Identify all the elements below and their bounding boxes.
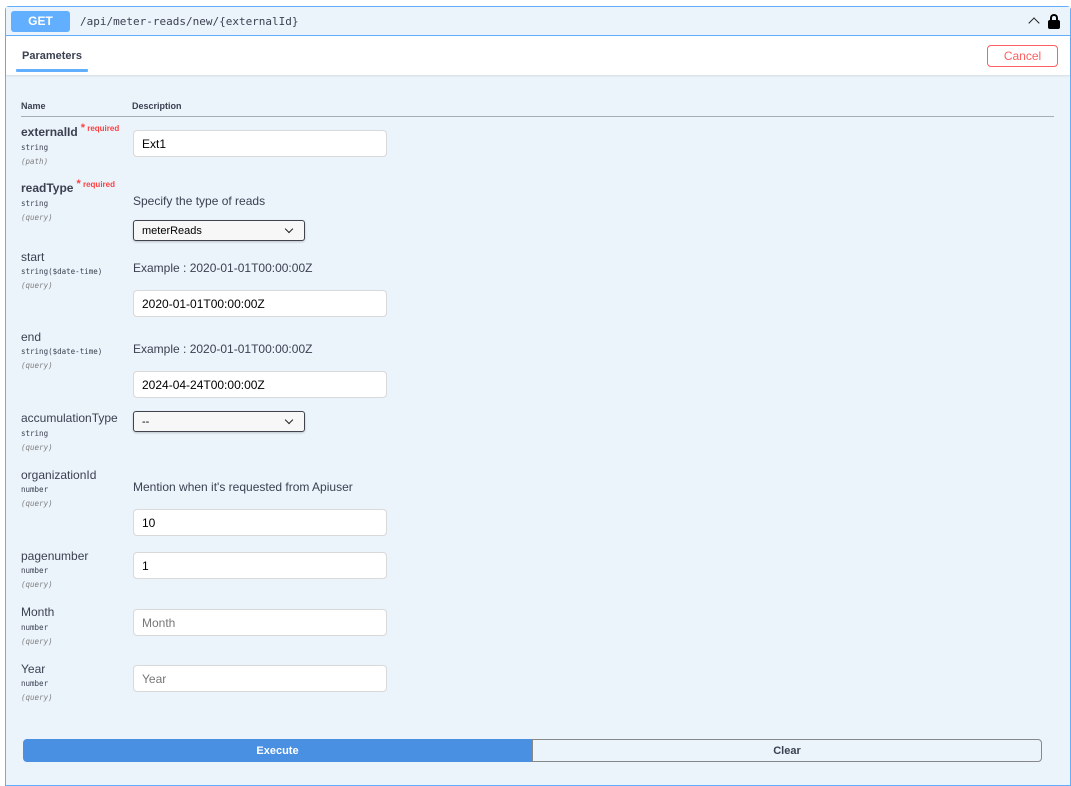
tab-header: Parameters Cancel <box>6 36 1070 75</box>
param-type: string <box>21 143 49 152</box>
param-name: Month <box>21 605 55 619</box>
param-location: (query) <box>21 637 53 646</box>
tab-parameters-label: Parameters <box>22 49 82 62</box>
param-location: (query) <box>21 580 53 589</box>
table-header: Name Description <box>21 94 1054 117</box>
param-location: (query) <box>21 499 53 508</box>
clear-button[interactable]: Clear <box>532 739 1042 762</box>
year-input[interactable] <box>133 665 387 692</box>
param-name: readType * required <box>21 178 115 195</box>
param-type: number <box>21 485 49 494</box>
column-name-header: Name <box>21 101 46 111</box>
execute-button[interactable]: Execute <box>23 739 532 762</box>
param-name: start <box>21 250 45 264</box>
param-name: end <box>21 330 42 344</box>
endpoint-path: /api/meter-reads/new/{externalId} <box>80 14 299 28</box>
pagenumber-input[interactable] <box>133 552 387 579</box>
chevron-down-icon <box>284 415 294 425</box>
tab-parameters[interactable]: Parameters <box>16 36 88 75</box>
month-input[interactable] <box>133 609 387 636</box>
param-location: (query) <box>21 361 53 370</box>
http-method-badge: GET <box>11 10 70 32</box>
required-indicator: * required <box>80 122 120 134</box>
param-name: pagenumber <box>21 549 89 563</box>
param-location: (path) <box>21 157 49 166</box>
chevron-up-icon[interactable] <box>1028 15 1040 27</box>
readType-select[interactable]: meterReads <box>133 220 305 241</box>
param-name: organizationId <box>21 468 97 482</box>
execute-actions: Execute Clear <box>23 739 1042 762</box>
select-value: -- <box>142 415 150 428</box>
cancel-button[interactable]: Cancel <box>987 44 1058 67</box>
param-description: Example : 2020-01-01T00:00:00Z <box>133 342 313 356</box>
param-type: string <box>21 199 49 208</box>
end-input[interactable] <box>133 371 387 398</box>
param-description: Mention when it's requested from Apiuser <box>133 480 353 494</box>
chevron-down-icon <box>284 224 294 234</box>
accumulationType-select[interactable]: -- <box>133 411 305 432</box>
param-description: Example : 2020-01-01T00:00:00Z <box>133 261 313 275</box>
operation-summary[interactable]: GET /api/meter-reads/new/{externalId} <box>6 7 1070 36</box>
param-name: Year <box>21 662 46 676</box>
param-location: (query) <box>21 443 53 452</box>
param-description: Specify the type of reads <box>133 194 266 208</box>
organizationId-input[interactable] <box>133 509 387 536</box>
param-location: (query) <box>21 213 53 222</box>
start-input[interactable] <box>133 290 387 317</box>
select-value: meterReads <box>142 224 202 237</box>
column-description-header: Description <box>132 101 182 111</box>
param-type: number <box>21 679 49 688</box>
operation-block: GET /api/meter-reads/new/{externalId} Pa… <box>5 6 1071 786</box>
param-type: number <box>21 566 49 575</box>
externalId-input[interactable] <box>133 130 387 157</box>
param-type: string($date-time) <box>21 347 103 356</box>
parameters-table: Name Description <box>6 94 1070 117</box>
param-name: accumulationType <box>21 411 118 425</box>
param-location: (query) <box>21 693 53 702</box>
required-indicator: * required <box>76 178 115 190</box>
tab-active-indicator <box>16 69 88 72</box>
param-name: externalId * required <box>21 122 120 139</box>
param-type: number <box>21 623 49 632</box>
param-type: string($date-time) <box>21 267 103 276</box>
param-type: string <box>21 429 49 438</box>
lock-icon[interactable] <box>1048 13 1060 29</box>
param-location: (query) <box>21 281 53 290</box>
